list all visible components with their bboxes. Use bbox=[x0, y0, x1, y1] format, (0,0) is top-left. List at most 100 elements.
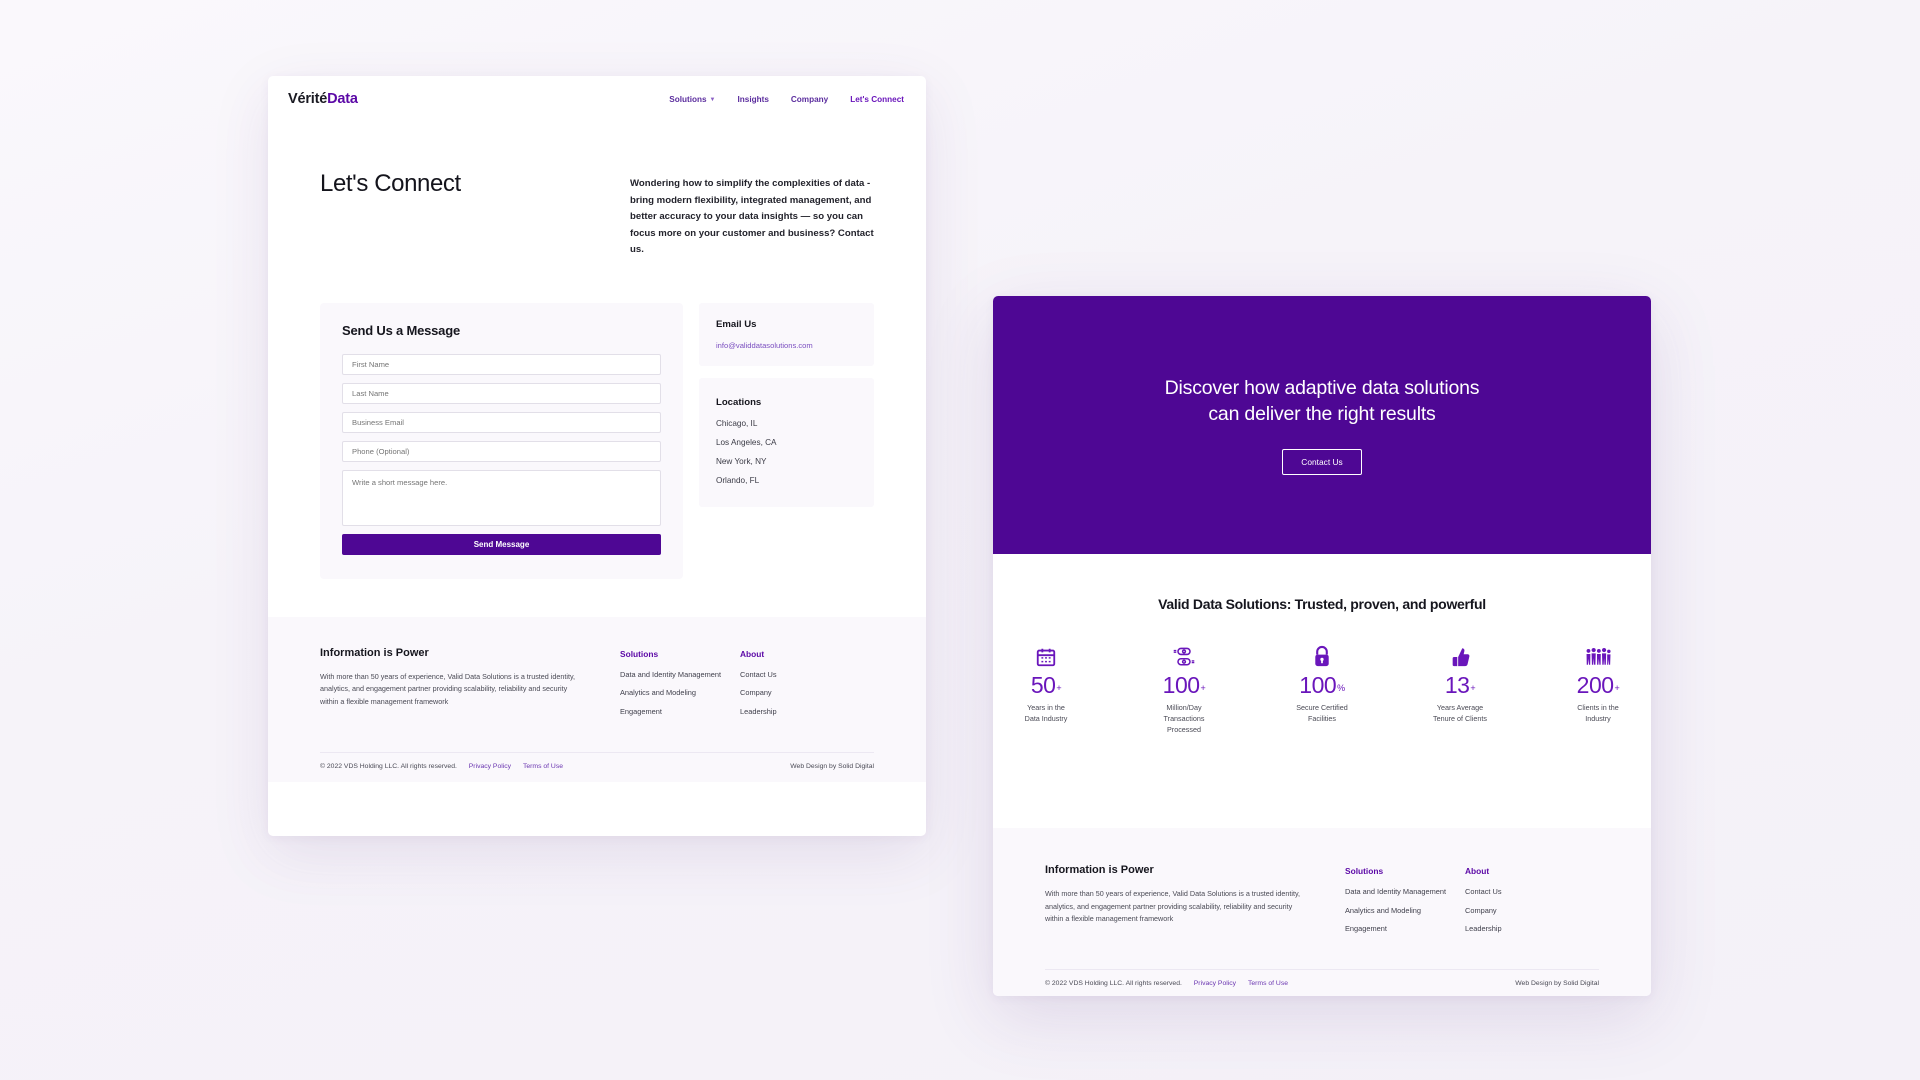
footer-link-contact-us[interactable]: Contact Us bbox=[1465, 887, 1585, 898]
stat-label-line: Transactions bbox=[1163, 713, 1205, 723]
stat-transactions: 100+ Million/Day Transactions Processed bbox=[1138, 642, 1230, 735]
footer-link-analytics[interactable]: Analytics and Modeling bbox=[1345, 906, 1465, 917]
stat-client-tenure: 13+ Years Average Tenure of Clients bbox=[1414, 642, 1506, 735]
stat-label-line: Facilities bbox=[1308, 713, 1336, 723]
copyright-text: © 2022 VDS Holding LLC. All rights reser… bbox=[1045, 980, 1182, 988]
stat-label-line: Data Industry bbox=[1024, 713, 1068, 723]
nav-item-company[interactable]: Company bbox=[791, 95, 828, 104]
footer-about-title: Information is Power bbox=[1045, 864, 1154, 876]
site-header: VéritéData Solutions ▼ Insights Company L… bbox=[268, 76, 926, 122]
nav-item-solutions[interactable]: Solutions ▼ bbox=[669, 95, 715, 104]
nav-label-solutions: Solutions bbox=[669, 94, 707, 104]
location-item: New York, NY bbox=[715, 456, 767, 466]
stat-label-line: Million/Day bbox=[1166, 703, 1202, 712]
footer-copyright: © 2022 VDS Holding LLC. All rights reser… bbox=[1045, 980, 1288, 987]
footer-link-contact-us[interactable]: Contact Us bbox=[740, 670, 860, 681]
footer-link-company[interactable]: Company bbox=[1465, 906, 1585, 917]
form-heading: Send Us a Message bbox=[342, 322, 460, 338]
site-footer-secondary: Information is Power With more than 50 y… bbox=[993, 828, 1651, 996]
stats-section: Valid Data Solutions: Trusted, proven, a… bbox=[993, 554, 1651, 828]
nav-item-lets-connect[interactable]: Let's Connect bbox=[850, 95, 904, 104]
stat-label: Clients in the Industry bbox=[1552, 703, 1644, 725]
footer-solutions-column: Solutions Data and Identity Management A… bbox=[620, 647, 740, 726]
footer-link-leadership[interactable]: Leadership bbox=[740, 707, 860, 718]
transactions-icon bbox=[1138, 642, 1230, 668]
footer-about-column: About Contact Us Company Leadership bbox=[1465, 864, 1585, 943]
cta-heading-line2: can deliver the right results bbox=[1208, 403, 1436, 425]
contact-content: Send Us a Message Send Message Email Us … bbox=[268, 259, 926, 579]
footer-copyright: © 2022 VDS Holding LLC. All rights reser… bbox=[320, 763, 563, 770]
cta-banner: Discover how adaptive data solutions can… bbox=[993, 296, 1651, 554]
send-message-button[interactable]: Send Message bbox=[342, 533, 661, 555]
contact-info-column: Email Us info@validdatasolutions.com Loc… bbox=[698, 302, 874, 507]
main-navigation: Solutions ▼ Insights Company Let's Connec… bbox=[669, 95, 904, 104]
stat-label: Million/Day Transactions Processed bbox=[1138, 703, 1230, 735]
stats-row: 50+ Years in the Data Industry 100+ Mill… bbox=[993, 642, 1651, 735]
footer-link-engagement[interactable]: Engagement bbox=[1345, 924, 1465, 935]
cta-stats-card: Discover how adaptive data solutions can… bbox=[993, 296, 1651, 996]
stat-suffix: % bbox=[1337, 683, 1345, 693]
page-title: Let's Connect bbox=[320, 170, 461, 197]
privacy-policy-link[interactable]: Privacy Policy bbox=[469, 763, 511, 770]
terms-of-use-link[interactable]: Terms of Use bbox=[523, 763, 563, 770]
footer-columns: Information is Power With more than 50 y… bbox=[320, 647, 874, 726]
phone-input[interactable] bbox=[342, 440, 661, 462]
contact-page-card: VéritéData Solutions ▼ Insights Company L… bbox=[268, 76, 926, 836]
business-email-input[interactable] bbox=[342, 411, 661, 433]
footer-about-text: With more than 50 years of experience, V… bbox=[320, 671, 576, 706]
stats-heading: Valid Data Solutions: Trusted, proven, a… bbox=[1158, 596, 1486, 612]
nav-item-insights[interactable]: Insights bbox=[737, 95, 768, 104]
footer-link-company[interactable]: Company bbox=[740, 688, 860, 699]
stat-number: 50 bbox=[1030, 672, 1056, 698]
location-item: Chicago, IL bbox=[715, 418, 758, 428]
email-us-heading: Email Us bbox=[715, 318, 757, 330]
locations-box: Locations Chicago, IL Los Angeles, CA Ne… bbox=[698, 377, 874, 507]
footer-link-analytics[interactable]: Analytics and Modeling bbox=[620, 688, 740, 699]
footer-about-heading: About bbox=[1465, 866, 1490, 876]
stat-number: 100 bbox=[1299, 672, 1337, 698]
first-name-input[interactable] bbox=[342, 353, 661, 375]
footer-solutions-heading: Solutions bbox=[1345, 866, 1384, 876]
footer-link-data-identity[interactable]: Data and Identity Management bbox=[620, 670, 740, 681]
logo-text-primary: Vérité bbox=[288, 91, 328, 107]
message-textarea[interactable] bbox=[342, 469, 661, 526]
stat-number: 200 bbox=[1576, 672, 1614, 698]
page-stage: VéritéData Solutions ▼ Insights Company L… bbox=[0, 0, 1920, 1080]
stat-label-line: Processed bbox=[1167, 724, 1201, 734]
email-address-link[interactable]: info@validdatasolutions.com bbox=[716, 341, 857, 350]
stat-label: Years Average Tenure of Clients bbox=[1414, 703, 1506, 725]
stat-label-line: Tenure of Clients bbox=[1433, 713, 1487, 723]
footer-solutions-column: Solutions Data and Identity Management A… bbox=[1345, 864, 1465, 943]
footer-solutions-heading: Solutions bbox=[620, 648, 659, 659]
stat-secure-facilities: 100% Secure Certified Facilities bbox=[1276, 642, 1368, 735]
footer-about-heading: About bbox=[740, 648, 765, 659]
contact-us-button[interactable]: Contact Us bbox=[1282, 449, 1362, 476]
terms-of-use-link[interactable]: Terms of Use bbox=[1248, 980, 1288, 987]
privacy-policy-link[interactable]: Privacy Policy bbox=[1194, 980, 1236, 987]
footer-about-column: About Contact Us Company Leadership bbox=[740, 647, 860, 726]
footer-about: Information is Power With more than 50 y… bbox=[1045, 864, 1345, 943]
stat-number: 13 bbox=[1444, 672, 1470, 698]
stat-label-line: Years in the bbox=[1027, 703, 1065, 712]
footer-link-leadership[interactable]: Leadership bbox=[1465, 924, 1585, 935]
stat-suffix: + bbox=[1056, 683, 1062, 693]
location-item: Los Angeles, CA bbox=[715, 437, 777, 447]
footer-credit: Web Design by Solid Digital bbox=[1515, 980, 1599, 988]
last-name-input[interactable] bbox=[342, 382, 661, 404]
cta-heading: Discover how adaptive data solutions can… bbox=[1165, 375, 1480, 428]
people-icon bbox=[1552, 642, 1644, 668]
site-logo[interactable]: VéritéData bbox=[288, 91, 358, 107]
footer-link-data-identity[interactable]: Data and Identity Management bbox=[1345, 887, 1465, 898]
stat-label-line: Clients in the bbox=[1577, 703, 1619, 712]
footer-about-text: With more than 50 years of experience, V… bbox=[1045, 889, 1301, 924]
footer-bottom-bar: © 2022 VDS Holding LLC. All rights reser… bbox=[1045, 969, 1599, 996]
stat-value: 100+ bbox=[1138, 672, 1230, 699]
stat-label-line: Secure Certified bbox=[1296, 703, 1348, 712]
footer-link-engagement[interactable]: Engagement bbox=[620, 707, 740, 718]
stat-value: 13+ bbox=[1414, 672, 1506, 699]
hero-section: Let's Connect Wondering how to simplify … bbox=[268, 122, 926, 259]
footer-credit: Web Design by Solid Digital bbox=[790, 762, 874, 770]
stat-label: Years in the Data Industry bbox=[1000, 703, 1092, 725]
footer-columns: Information is Power With more than 50 y… bbox=[1045, 864, 1599, 943]
chevron-down-icon: ▼ bbox=[709, 96, 716, 103]
